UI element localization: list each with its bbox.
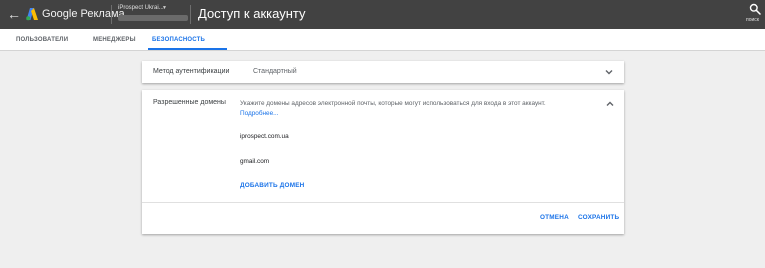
google-ads-logo bbox=[26, 8, 38, 21]
topbar-divider bbox=[111, 5, 112, 24]
product-name: Google Реклама bbox=[42, 8, 125, 20]
account-switcher[interactable]: iProspect Ukrai... ▼ bbox=[118, 4, 190, 26]
active-tab-indicator bbox=[148, 48, 227, 50]
auth-method-label: Метод аутентификации bbox=[153, 68, 230, 75]
allowed-domains-label: Разрешенные домены bbox=[153, 99, 226, 106]
topbar-divider bbox=[190, 5, 191, 24]
domain-item[interactable]: gmail.com bbox=[240, 157, 269, 166]
save-button[interactable]: СОХРАНИТЬ bbox=[578, 213, 619, 222]
auth-method-value: Стандартный bbox=[253, 68, 297, 75]
panel-divider bbox=[142, 202, 624, 203]
top-app-bar: ← Google Реклама iProspect Ukrai... ▼ До… bbox=[0, 0, 765, 29]
tab-managers[interactable]: МЕНЕДЖЕРЫ bbox=[93, 29, 136, 51]
search-icon bbox=[749, 3, 761, 15]
page-title: Доступ к аккаунту bbox=[198, 6, 306, 21]
tab-bar: ПОЛЬЗОВАТЕЛИ МЕНЕДЖЕРЫ БЕЗОПАСНОСТЬ bbox=[0, 29, 765, 51]
chevron-down-icon[interactable] bbox=[604, 67, 614, 77]
allowed-domains-panel: Разрешенные домены Укажите домены адресо… bbox=[142, 90, 624, 234]
caret-down-icon: ▼ bbox=[162, 5, 167, 11]
search-label: поиск bbox=[746, 17, 759, 23]
domain-item[interactable]: iprospect.com.ua bbox=[240, 132, 289, 141]
add-domain-button[interactable]: ДОБАВИТЬ ДОМЕН bbox=[240, 181, 305, 190]
chevron-up-icon[interactable] bbox=[605, 99, 615, 109]
description-text: Укажите домены адресов электронной почты… bbox=[240, 100, 546, 107]
account-name: iProspect Ukrai... bbox=[118, 5, 164, 11]
tab-users[interactable]: ПОЛЬЗОВАТЕЛИ bbox=[16, 29, 68, 51]
auth-method-panel[interactable]: Метод аутентификации Стандартный bbox=[142, 61, 624, 83]
domains-description: Укажите домены адресов электронной почты… bbox=[240, 99, 558, 118]
back-arrow-icon[interactable]: ← bbox=[7, 6, 21, 22]
search-button[interactable]: поиск bbox=[744, 2, 764, 26]
cancel-button[interactable]: ОТМЕНА bbox=[540, 213, 569, 222]
learn-more-link[interactable]: Подробнее... bbox=[240, 110, 278, 117]
account-id-redacted bbox=[118, 15, 188, 21]
